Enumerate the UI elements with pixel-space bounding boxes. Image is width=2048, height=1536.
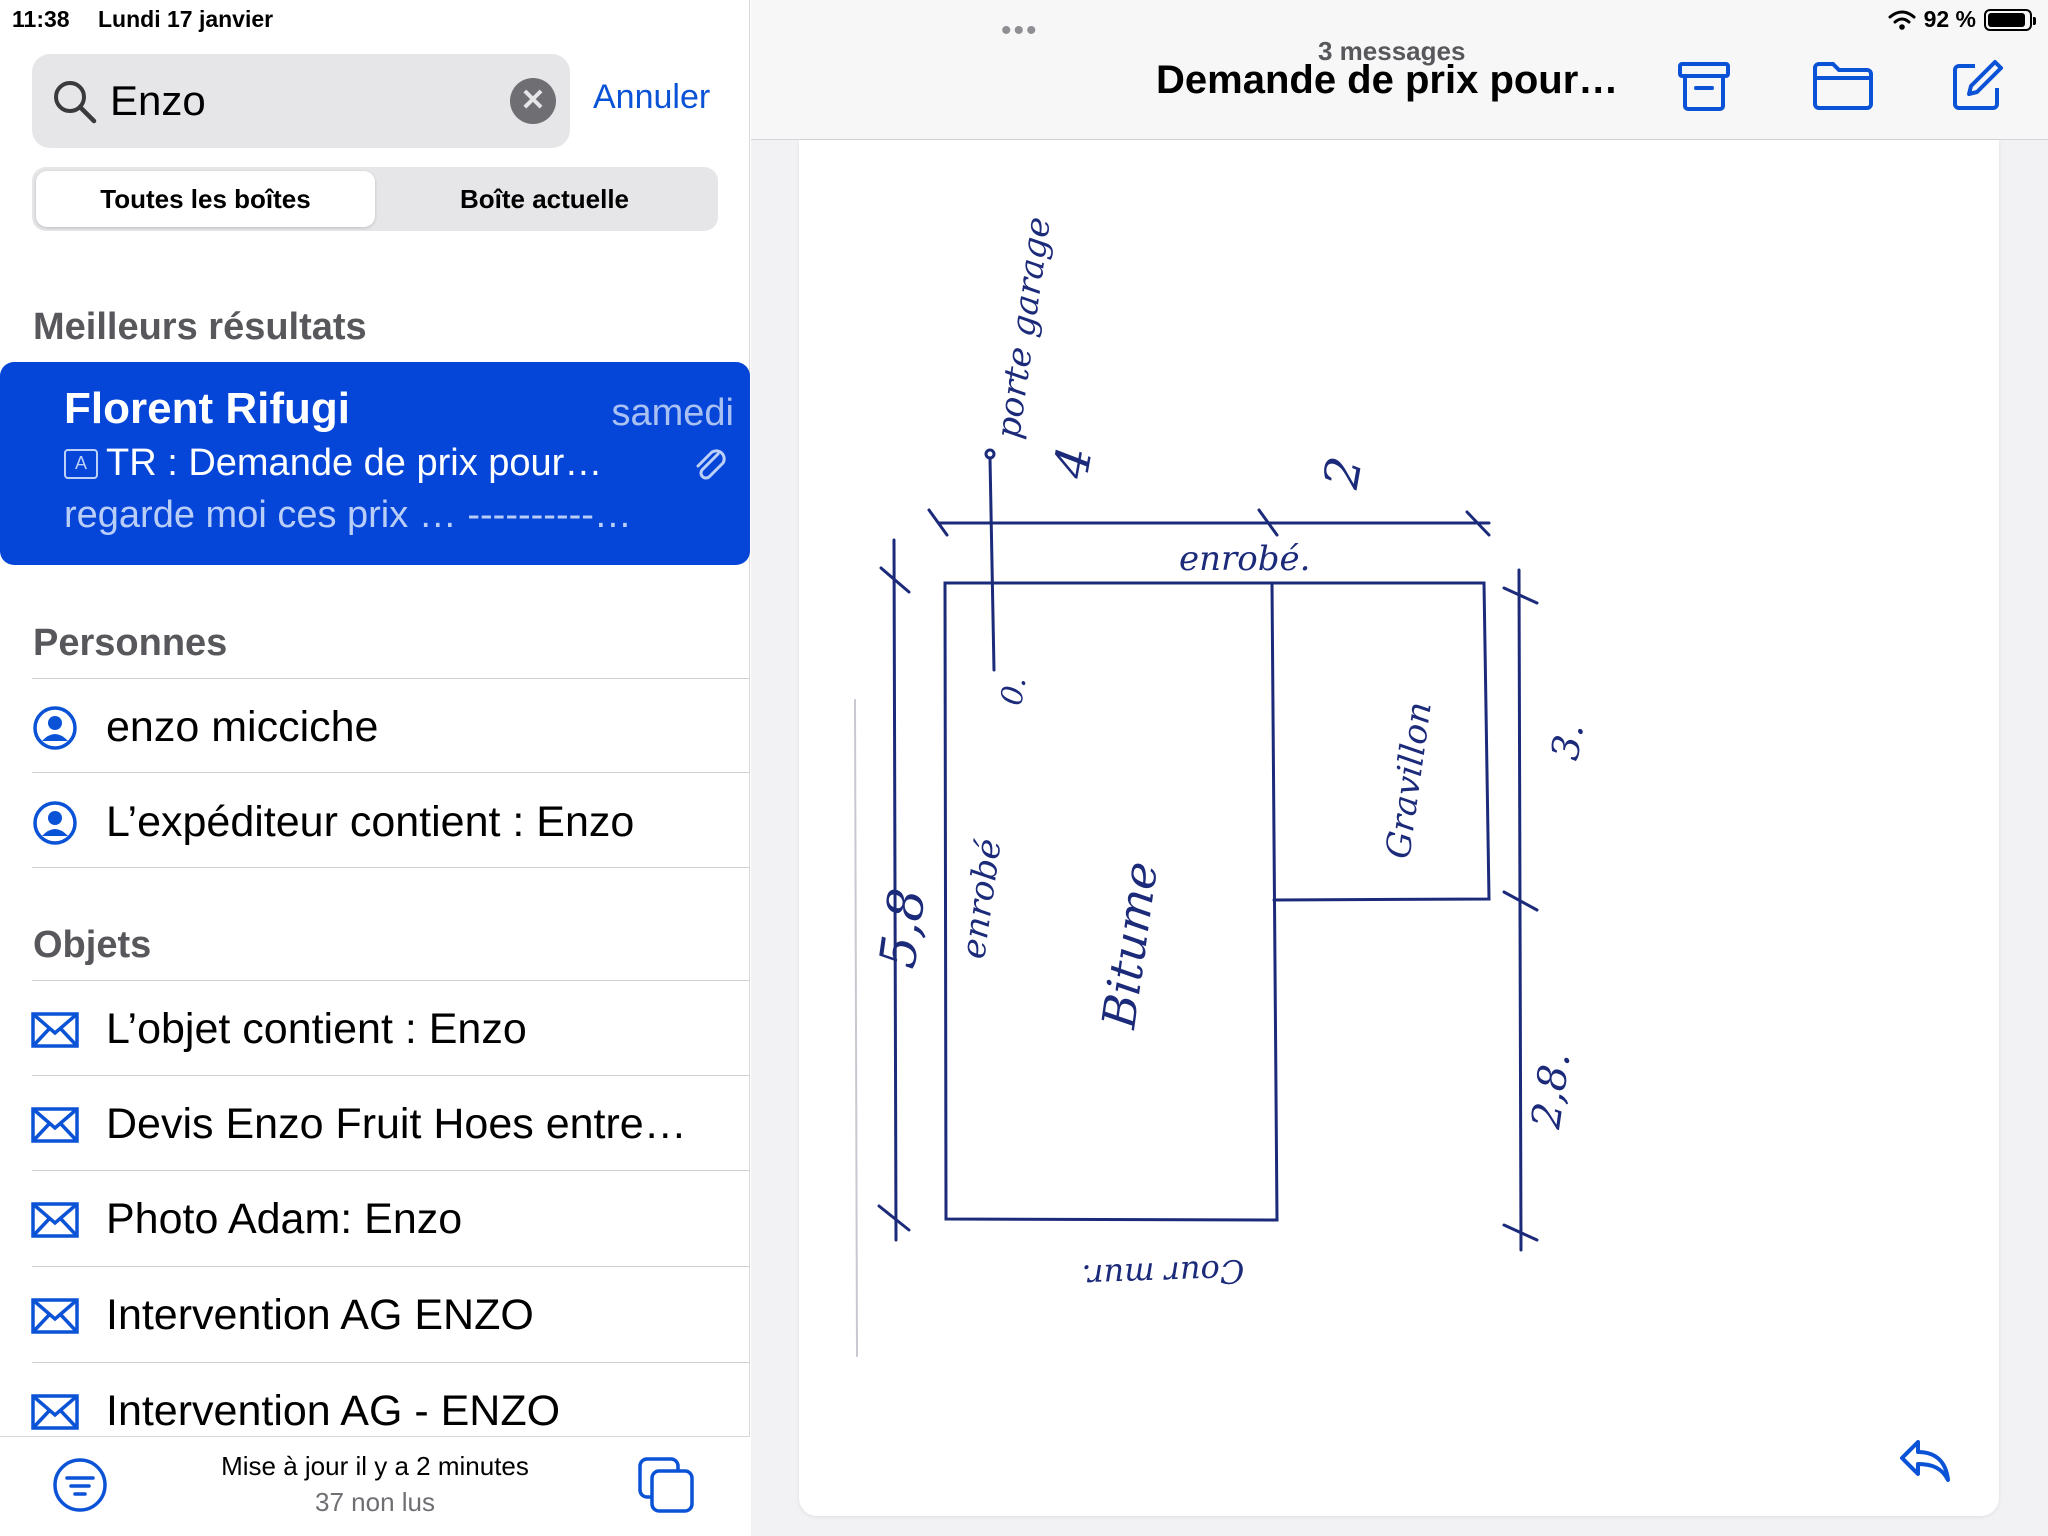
section-header-subjects: Objets [33,924,152,966]
people-result-row[interactable]: enzo micciche [0,680,750,775]
divider [32,1170,750,1171]
envelope-icon [31,1394,79,1430]
subject-result-row[interactable]: Photo Adam: Enzo [0,1172,750,1267]
sender-name: Florent Rifugi [64,384,350,433]
sketch-label: Bitume [1091,858,1168,1032]
message-preview: regarde moi ces prix … ----------… [64,494,632,536]
row-label: enzo micciche [106,703,379,751]
message-toolbar: ••• 92 % 3 messages Demande de prix pour… [751,0,2048,140]
person-icon [33,801,77,845]
divider [32,867,750,868]
person-icon [33,706,77,750]
divider [32,772,750,773]
people-result-row[interactable]: L’expéditeur contient : Enzo [0,775,750,870]
clear-search-icon[interactable]: ✕ [510,78,556,124]
compose-icon[interactable] [1949,58,2005,114]
sketch-label: 2 [1313,453,1374,494]
divider [32,1266,750,1267]
section-header-people: Personnes [33,622,228,664]
search-input[interactable]: Enzo [110,77,206,125]
sketch-label: 2,8. [1523,1049,1579,1132]
archive-icon[interactable] [1676,58,1732,114]
section-header-best: Meilleurs résultats [33,306,367,348]
row-label: Photo Adam: Enzo [106,1195,463,1243]
message-date: samedi [611,392,735,434]
search-field[interactable]: Enzo ✕ [32,54,570,148]
wifi-icon [1888,10,1916,30]
sketch-label: porte garage [988,214,1059,441]
sketch-label: enrobé. [1179,539,1310,579]
auto-summary-icon: A [64,448,98,479]
subject-result-row[interactable]: Devis Enzo Fruit Hoes entre… [0,1077,750,1172]
segment-all-mailboxes[interactable]: Toutes les boîtes [36,171,375,227]
folder-icon[interactable] [1811,58,1875,114]
sketch-label: enrobé [953,836,1009,961]
battery-icon [1984,8,2036,31]
best-result-row[interactable]: Florent Rifugi samedi A TR : Demande de … [0,362,750,565]
windows-stack-icon[interactable] [636,1455,696,1515]
message-subject: A TR : Demande de prix pour… [64,442,602,485]
envelope-icon [31,1202,79,1238]
message-view: ••• 92 % 3 messages Demande de prix pour… [751,0,2048,1536]
attachment-icon [696,449,726,480]
subject-result-row[interactable]: Intervention AG ENZO [0,1268,750,1363]
scope-segmented-control: Toutes les boîtes Boîte actuelle [32,167,718,231]
sketch-label: 0. [994,674,1033,708]
envelope-icon [31,1107,79,1143]
row-label: Intervention AG - ENZO [106,1387,561,1435]
thread-title: Demande de prix pour… [1156,58,1619,102]
divider [32,678,750,679]
multitasking-handle-icon[interactable]: ••• [1001,14,1039,48]
battery-percentage: 92 % [1923,6,1976,32]
segment-current-mailbox[interactable]: Boîte actuelle [375,171,714,227]
sketch-label: Cour mur. [1081,1252,1245,1296]
row-label: Intervention AG ENZO [106,1291,534,1339]
subject-result-row[interactable]: L’objet contient : Enzo [0,982,750,1077]
search-icon [54,81,97,124]
status-time: 11:38 [12,6,70,32]
attachment-sketch: porte garage 4 2 enrobé. 0. Gravillon 3.… [799,140,1999,1516]
battery-level [1988,12,2025,27]
envelope-icon [31,1012,79,1048]
subject-text: TR : Demande de prix pour… [106,442,603,484]
envelope-icon [31,1298,79,1334]
mailbox-sidebar: 11:38 Lundi 17 janvier Enzo ✕ Annuler To… [0,0,750,1536]
sketch-label: 4 [1043,443,1104,484]
divider [32,1362,750,1363]
cancel-button[interactable]: Annuler [593,78,710,117]
divider [32,1075,750,1076]
status-date: Lundi 17 janvier [98,6,274,32]
row-label: Devis Enzo Fruit Hoes entre… [106,1100,687,1148]
sketch-label: Gravillon [1378,699,1440,861]
bottom-toolbar: Mise à jour il y a 2 minutes 37 non lus [0,1436,750,1536]
sketch-label: 3. [1543,720,1593,763]
status-indicators: 92 % [1888,6,2036,33]
reply-icon[interactable] [1896,1434,1952,1486]
sketch-label: 5,8 [868,885,937,972]
row-label: L’expéditeur contient : Enzo [106,798,635,846]
row-label: L’objet contient : Enzo [106,1005,527,1053]
divider [32,980,750,981]
hand-drawn-plan: porte garage 4 2 enrobé. 0. Gravillon 3.… [854,214,1593,1357]
